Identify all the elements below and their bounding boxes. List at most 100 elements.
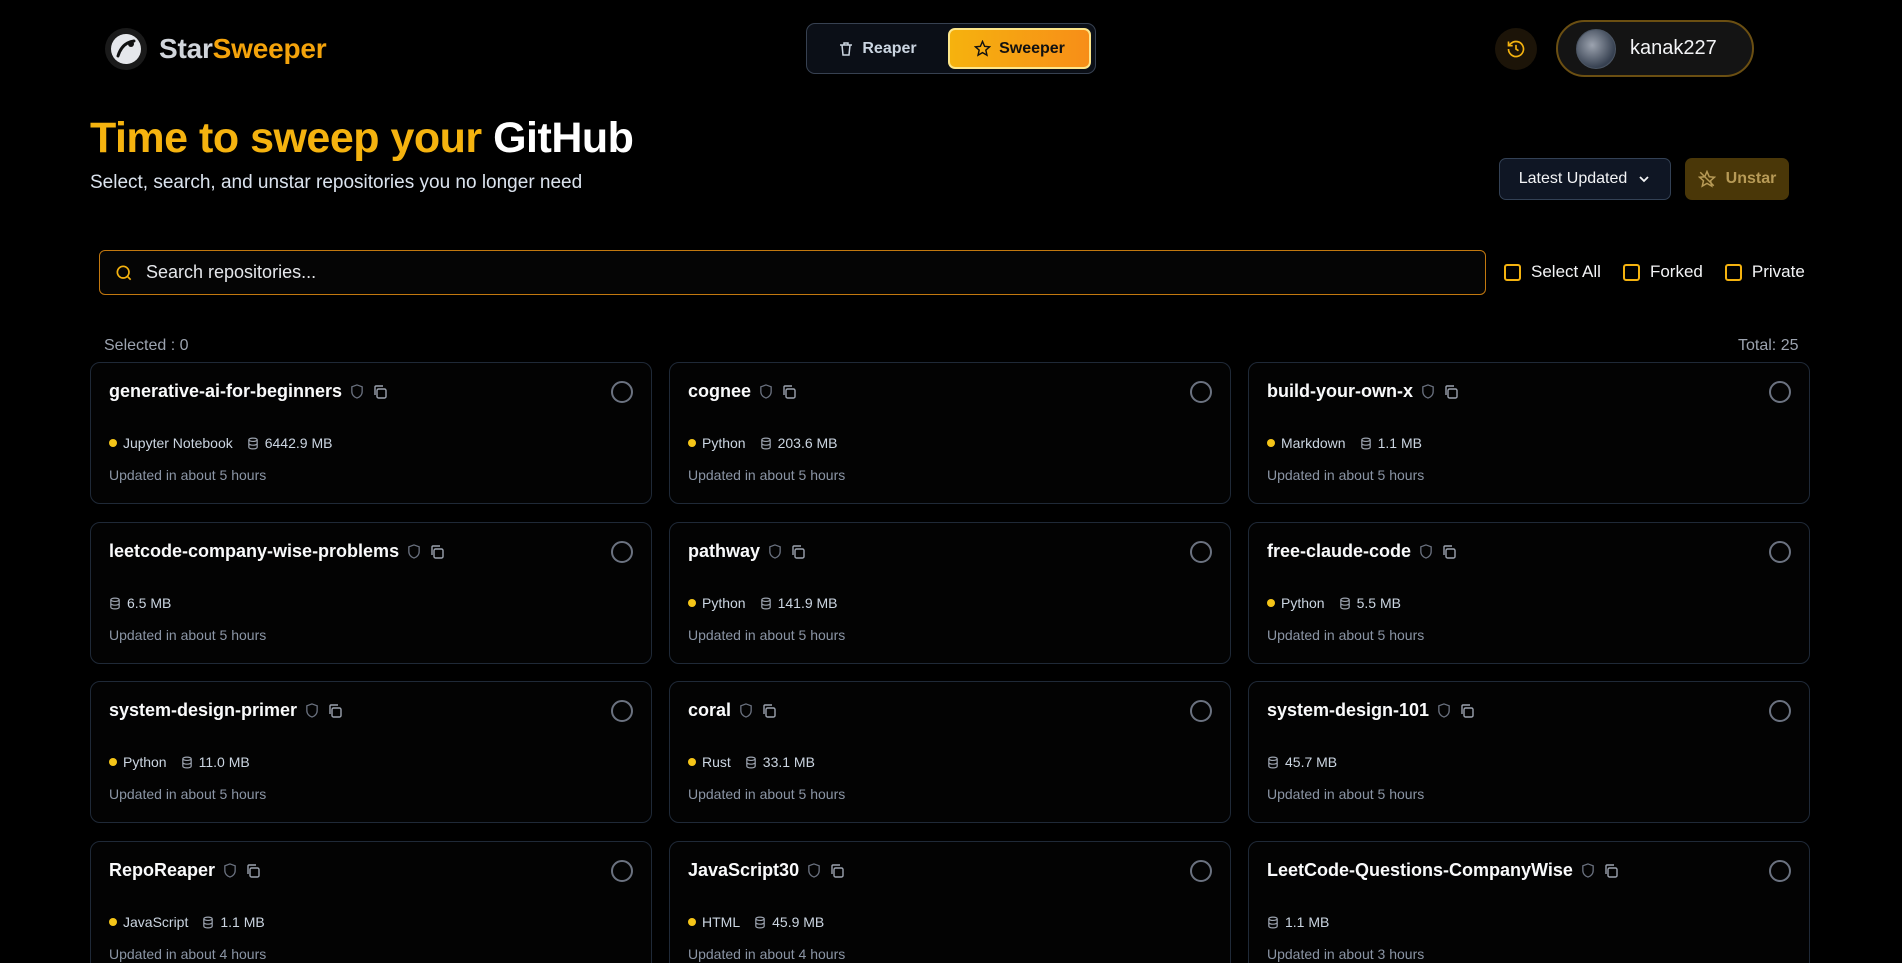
- search-input[interactable]: [146, 262, 1446, 283]
- repo-language: HTML: [688, 914, 740, 930]
- repo-card[interactable]: RepoReaper JavaScript 1.1 MB Updated in …: [90, 841, 652, 963]
- language-dot: [1267, 439, 1275, 447]
- repo-updated: Updated in about 5 hours: [109, 467, 267, 483]
- language-dot: [109, 439, 117, 447]
- repo-name[interactable]: JavaScript30: [688, 860, 799, 881]
- copy-icon[interactable]: [245, 863, 261, 879]
- reaper-mode-button[interactable]: Reaper: [811, 28, 944, 69]
- repo-name[interactable]: RepoReaper: [109, 860, 215, 881]
- repo-card[interactable]: system-design-primer Python 11.0 MB Upda…: [90, 681, 652, 823]
- select-all-checkbox[interactable]: Select All: [1504, 262, 1601, 282]
- repo-size-label: 5.5 MB: [1356, 595, 1401, 611]
- repo-language: Rust: [688, 754, 731, 770]
- repo-select-radio[interactable]: [611, 860, 633, 882]
- repo-name[interactable]: coral: [688, 700, 731, 721]
- repo-name[interactable]: pathway: [688, 541, 760, 562]
- copy-icon[interactable]: [1443, 384, 1459, 400]
- unstar-button[interactable]: Unstar: [1685, 158, 1789, 200]
- checkbox-box: [1622, 263, 1640, 281]
- shield-icon: [1421, 384, 1435, 399]
- repo-select-radio[interactable]: [611, 541, 633, 563]
- repo-name-row: free-claude-code: [1267, 541, 1457, 562]
- user-profile-button[interactable]: kanak227: [1556, 20, 1754, 77]
- trash-icon: [838, 41, 854, 57]
- repo-card[interactable]: pathway Python 141.9 MB Updated in about…: [669, 522, 1231, 664]
- sweeper-mode-button[interactable]: Sweeper: [948, 28, 1091, 69]
- repo-size-label: 1.1 MB: [1285, 914, 1330, 930]
- app-logo[interactable]: StarSweeper: [105, 28, 327, 70]
- repo-language: JavaScript: [109, 914, 188, 930]
- repo-language: Jupyter Notebook: [109, 435, 233, 451]
- copy-icon[interactable]: [327, 703, 343, 719]
- language-dot: [688, 918, 696, 926]
- repo-card[interactable]: leetcode-company-wise-problems 6.5 MB Up…: [90, 522, 652, 664]
- repo-select-radio[interactable]: [1769, 860, 1791, 882]
- repo-meta: Jupyter Notebook 6442.9 MB: [109, 435, 332, 451]
- shield-icon: [807, 863, 821, 878]
- repo-select-radio[interactable]: [1190, 541, 1212, 563]
- repo-card[interactable]: JavaScript30 HTML 45.9 MB Updated in abo…: [669, 841, 1231, 963]
- repo-select-radio[interactable]: [1190, 700, 1212, 722]
- repo-language-label: Python: [123, 754, 167, 770]
- copy-icon[interactable]: [829, 863, 845, 879]
- repo-select-radio[interactable]: [611, 700, 633, 722]
- repo-select-radio[interactable]: [1190, 381, 1212, 403]
- repo-select-radio[interactable]: [1769, 700, 1791, 722]
- copy-icon[interactable]: [1603, 863, 1619, 879]
- repo-meta: Python 203.6 MB: [688, 435, 838, 451]
- repo-select-radio[interactable]: [1769, 381, 1791, 403]
- repo-name[interactable]: cognee: [688, 381, 751, 402]
- repo-size: 1.1 MB: [1267, 914, 1329, 930]
- repo-card[interactable]: generative-ai-for-beginners Jupyter Note…: [90, 362, 652, 504]
- language-dot: [109, 758, 117, 766]
- private-filter-checkbox[interactable]: Private: [1724, 262, 1805, 282]
- repo-name[interactable]: leetcode-company-wise-problems: [109, 541, 399, 562]
- repo-name[interactable]: build-your-own-x: [1267, 381, 1413, 402]
- repo-select-radio[interactable]: [611, 381, 633, 403]
- repo-size: 11.0 MB: [181, 754, 250, 770]
- unstar-label: Unstar: [1725, 170, 1777, 187]
- repo-updated: Updated in about 5 hours: [1267, 467, 1425, 483]
- history-button[interactable]: [1495, 28, 1537, 70]
- shield-icon: [759, 384, 773, 399]
- repo-name[interactable]: free-claude-code: [1267, 541, 1411, 562]
- copy-icon[interactable]: [761, 703, 777, 719]
- repo-card[interactable]: free-claude-code Python 5.5 MB Updated i…: [1248, 522, 1810, 664]
- repo-card[interactable]: cognee Python 203.6 MB Updated in about …: [669, 362, 1231, 504]
- repo-size: 5.5 MB: [1339, 595, 1401, 611]
- repo-card[interactable]: system-design-101 45.7 MB Updated in abo…: [1248, 681, 1810, 823]
- repo-select-radio[interactable]: [1769, 541, 1791, 563]
- copy-icon[interactable]: [429, 544, 445, 560]
- repo-size-label: 141.9 MB: [777, 595, 838, 611]
- checkbox-box: [1504, 263, 1521, 281]
- repo-updated: Updated in about 5 hours: [109, 627, 267, 643]
- repo-name-row: RepoReaper: [109, 860, 261, 881]
- repo-name[interactable]: system-design-primer: [109, 700, 297, 721]
- repo-size: 6.5 MB: [109, 595, 171, 611]
- sort-select[interactable]: Latest Updated: [1499, 158, 1671, 200]
- page-title: Time to sweep your GitHub: [90, 114, 634, 162]
- language-dot: [1267, 599, 1275, 607]
- database-icon: [754, 916, 766, 929]
- search-icon: [114, 263, 134, 283]
- repo-name[interactable]: system-design-101: [1267, 700, 1429, 721]
- repo-size-label: 33.1 MB: [762, 754, 815, 770]
- copy-icon[interactable]: [790, 544, 806, 560]
- copy-icon[interactable]: [372, 384, 388, 400]
- copy-icon[interactable]: [781, 384, 797, 400]
- repo-language-label: Python: [702, 595, 746, 611]
- copy-icon[interactable]: [1459, 703, 1475, 719]
- repo-language-label: Rust: [702, 754, 731, 770]
- repo-card[interactable]: build-your-own-x Markdown 1.1 MB Updated…: [1248, 362, 1810, 504]
- repo-updated: Updated in about 4 hours: [109, 946, 267, 962]
- repo-card[interactable]: LeetCode-Questions-CompanyWise 1.1 MB Up…: [1248, 841, 1810, 963]
- copy-icon[interactable]: [1441, 544, 1457, 560]
- repo-name[interactable]: generative-ai-for-beginners: [109, 381, 342, 402]
- repo-language: Python: [688, 435, 746, 451]
- shield-icon: [223, 863, 237, 878]
- forked-filter-checkbox[interactable]: Forked: [1622, 262, 1703, 282]
- repo-select-radio[interactable]: [1190, 860, 1212, 882]
- repo-name[interactable]: LeetCode-Questions-CompanyWise: [1267, 860, 1573, 881]
- sort-select-label: Latest Updated: [1518, 170, 1628, 187]
- repo-card[interactable]: coral Rust 33.1 MB Updated in about 5 ho…: [669, 681, 1231, 823]
